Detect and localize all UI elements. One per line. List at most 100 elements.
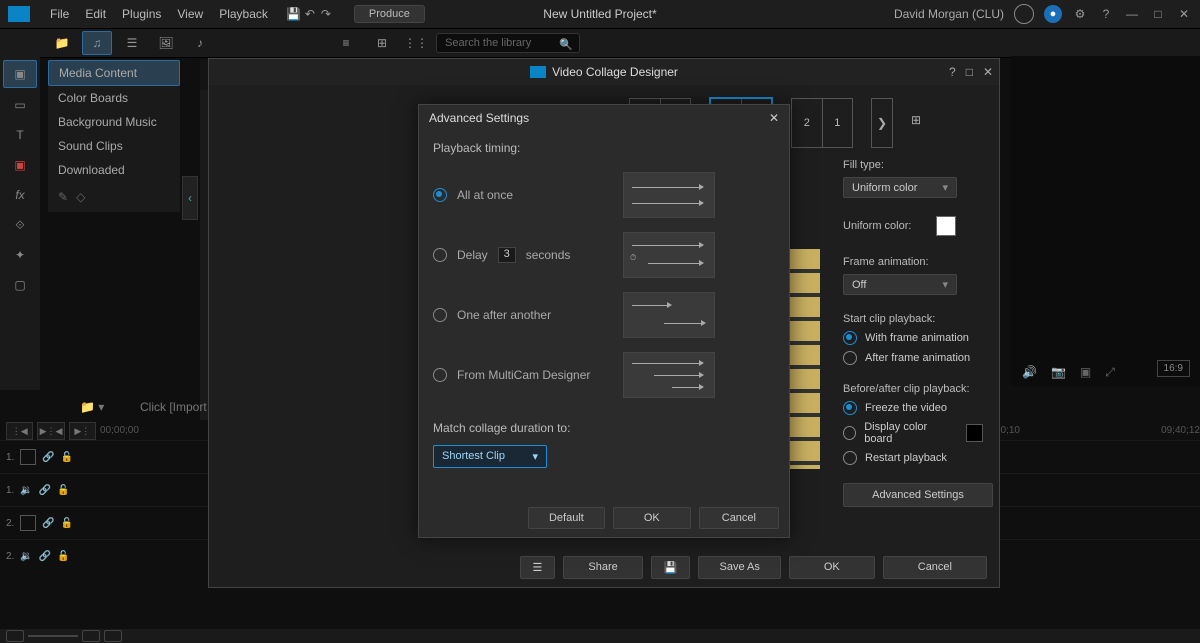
tl-end-icon[interactable]: ▶⋮ xyxy=(69,422,96,440)
lib-item-color-boards[interactable]: Color Boards xyxy=(48,86,180,110)
frame-animation-dropdown[interactable]: Off xyxy=(843,274,957,295)
user-avatar-icon[interactable] xyxy=(1014,4,1034,24)
audio-track-icon[interactable]: 🔉 xyxy=(20,485,32,496)
cancel-button[interactable]: Cancel xyxy=(699,507,779,529)
save-as-button[interactable]: Save As xyxy=(698,556,780,579)
layout-option[interactable]: 21 xyxy=(791,98,853,148)
zoom-fit-icon[interactable] xyxy=(104,630,122,642)
radio-restart-playback[interactable]: Restart playback xyxy=(843,451,983,465)
minimize-icon[interactable]: — xyxy=(1124,6,1140,22)
snapshot-icon[interactable]: 📷 xyxy=(1051,365,1066,380)
view-grid-icon[interactable]: ⊞ xyxy=(368,32,396,54)
rail-frame-icon[interactable]: ▢ xyxy=(4,272,36,298)
lib-item-sound-clips[interactable]: Sound Clips xyxy=(48,134,180,158)
popout-icon[interactable]: ⤢ xyxy=(1105,365,1115,380)
link-icon[interactable]: 🔗 xyxy=(39,551,51,562)
default-button[interactable]: Default xyxy=(528,507,605,529)
radio-all-at-once[interactable] xyxy=(433,188,447,202)
rail-template-icon[interactable]: ▭ xyxy=(4,92,36,118)
menu-edit[interactable]: Edit xyxy=(77,7,114,21)
share-button[interactable]: Share xyxy=(563,556,642,579)
close-icon[interactable]: ✕ xyxy=(769,111,779,125)
quality-icon[interactable]: ▣ xyxy=(1080,365,1091,380)
audio-track-icon[interactable]: 🔉 xyxy=(20,551,32,562)
import-folder-icon[interactable]: 📁 xyxy=(48,32,76,54)
radio-display-color-board[interactable]: Display color board xyxy=(843,421,983,445)
lib-item-downloaded[interactable]: Downloaded xyxy=(48,158,180,182)
settings-gear-icon[interactable]: ⚙ xyxy=(1072,6,1088,22)
zoom-in-icon[interactable] xyxy=(82,630,100,642)
radio-freeze-video[interactable]: Freeze the video xyxy=(843,401,983,415)
help-icon[interactable]: ? xyxy=(1098,6,1114,22)
folder-nav-icon[interactable]: 📁 ▾ xyxy=(80,400,104,414)
tl-begin-icon[interactable]: ⋮◀ xyxy=(6,422,33,440)
radio-one-after-another[interactable] xyxy=(433,308,447,322)
delay-value-input[interactable]: 3 xyxy=(498,247,516,263)
zoom-slider[interactable] xyxy=(28,635,78,637)
advanced-settings-button[interactable]: Advanced Settings xyxy=(843,483,993,507)
volume-icon[interactable]: 🔊 xyxy=(1022,365,1037,380)
undo-icon[interactable]: ↶ xyxy=(302,6,318,22)
rail-particle-icon[interactable]: ✦ xyxy=(4,242,36,268)
radio-from-multicam[interactable] xyxy=(433,368,447,382)
media-view-icon[interactable]: ♫ xyxy=(82,31,112,55)
layouts-all-icon[interactable]: ⊞ xyxy=(911,113,931,133)
eraser-tool-icon[interactable]: ◇ xyxy=(76,190,85,204)
menu-plugins[interactable]: Plugins xyxy=(114,7,169,21)
import-hint: Click [Import xyxy=(140,400,207,414)
lock-icon[interactable]: 🔓 xyxy=(57,485,69,496)
link-icon[interactable]: 🔗 xyxy=(39,485,51,496)
produce-button[interactable]: Produce xyxy=(354,5,425,23)
color-board-swatch[interactable] xyxy=(966,424,983,442)
menu-file[interactable]: File xyxy=(42,7,77,21)
maximize-icon[interactable]: □ xyxy=(1150,6,1166,22)
notifications-icon[interactable]: ● xyxy=(1044,5,1062,23)
help-icon[interactable]: ? xyxy=(949,65,956,79)
save-icon[interactable]: 💾 xyxy=(286,6,302,22)
menu-playback[interactable]: Playback xyxy=(211,7,276,21)
zoom-out-icon[interactable] xyxy=(6,630,24,642)
list-view-icon[interactable]: ☰ xyxy=(118,32,146,54)
video-track-icon[interactable] xyxy=(20,449,36,465)
lock-icon[interactable]: 🔓 xyxy=(61,518,73,529)
lock-icon[interactable]: 🔓 xyxy=(61,452,73,463)
maximize-icon[interactable]: □ xyxy=(966,65,973,79)
close-icon[interactable]: ✕ xyxy=(983,65,993,79)
share-menu-icon[interactable]: ☰ xyxy=(520,556,556,579)
video-track-icon[interactable] xyxy=(20,515,36,531)
rail-text-icon[interactable]: T xyxy=(4,122,36,148)
link-icon[interactable]: 🔗 xyxy=(42,452,54,463)
lib-item-background-music[interactable]: Background Music xyxy=(48,110,180,134)
radio-with-frame-animation[interactable]: With frame animation xyxy=(843,331,983,345)
search-input[interactable]: Search the library 🔍 xyxy=(436,33,580,53)
rail-fx-icon[interactable]: fx xyxy=(4,182,36,208)
view-grid2-icon[interactable]: ⋮⋮ xyxy=(402,32,430,54)
link-icon[interactable]: 🔗 xyxy=(42,518,54,529)
ok-button[interactable]: OK xyxy=(789,556,875,579)
lock-icon[interactable]: 🔓 xyxy=(57,551,69,562)
rail-media-icon[interactable]: ▣ xyxy=(3,60,37,88)
audio-view-icon[interactable]: ♪ xyxy=(186,32,214,54)
collapse-panel-button[interactable]: ‹ xyxy=(182,176,198,220)
rail-overlay-icon[interactable]: ▣ xyxy=(4,152,36,178)
image-view-icon[interactable]: 🖼 xyxy=(152,32,180,54)
radio-after-frame-animation[interactable]: After frame animation xyxy=(843,351,983,365)
layouts-next-icon[interactable]: ❯ xyxy=(871,98,893,148)
all-at-once-label: All at once xyxy=(457,188,513,202)
match-duration-dropdown[interactable]: Shortest Clip xyxy=(433,445,547,468)
fill-type-dropdown[interactable]: Uniform color xyxy=(843,177,957,198)
lib-item-media-content[interactable]: Media Content xyxy=(48,60,180,86)
pen-tool-icon[interactable]: ✎ xyxy=(58,190,68,204)
save-icon[interactable]: 💾 xyxy=(651,556,691,579)
uniform-color-swatch[interactable] xyxy=(936,216,956,236)
tl-split-icon[interactable]: ▶⋮◀ xyxy=(37,422,64,440)
redo-icon[interactable]: ↷ xyxy=(318,6,334,22)
cancel-button[interactable]: Cancel xyxy=(883,556,987,579)
view-list-icon[interactable]: ≡ xyxy=(332,32,360,54)
aspect-ratio-selector[interactable]: 16:9 xyxy=(1157,360,1190,377)
menu-view[interactable]: View xyxy=(169,7,211,21)
close-icon[interactable]: ✕ xyxy=(1176,6,1192,22)
ok-button[interactable]: OK xyxy=(613,507,691,529)
radio-delay[interactable] xyxy=(433,248,447,262)
rail-transition-icon[interactable]: ⟐ xyxy=(4,212,36,238)
